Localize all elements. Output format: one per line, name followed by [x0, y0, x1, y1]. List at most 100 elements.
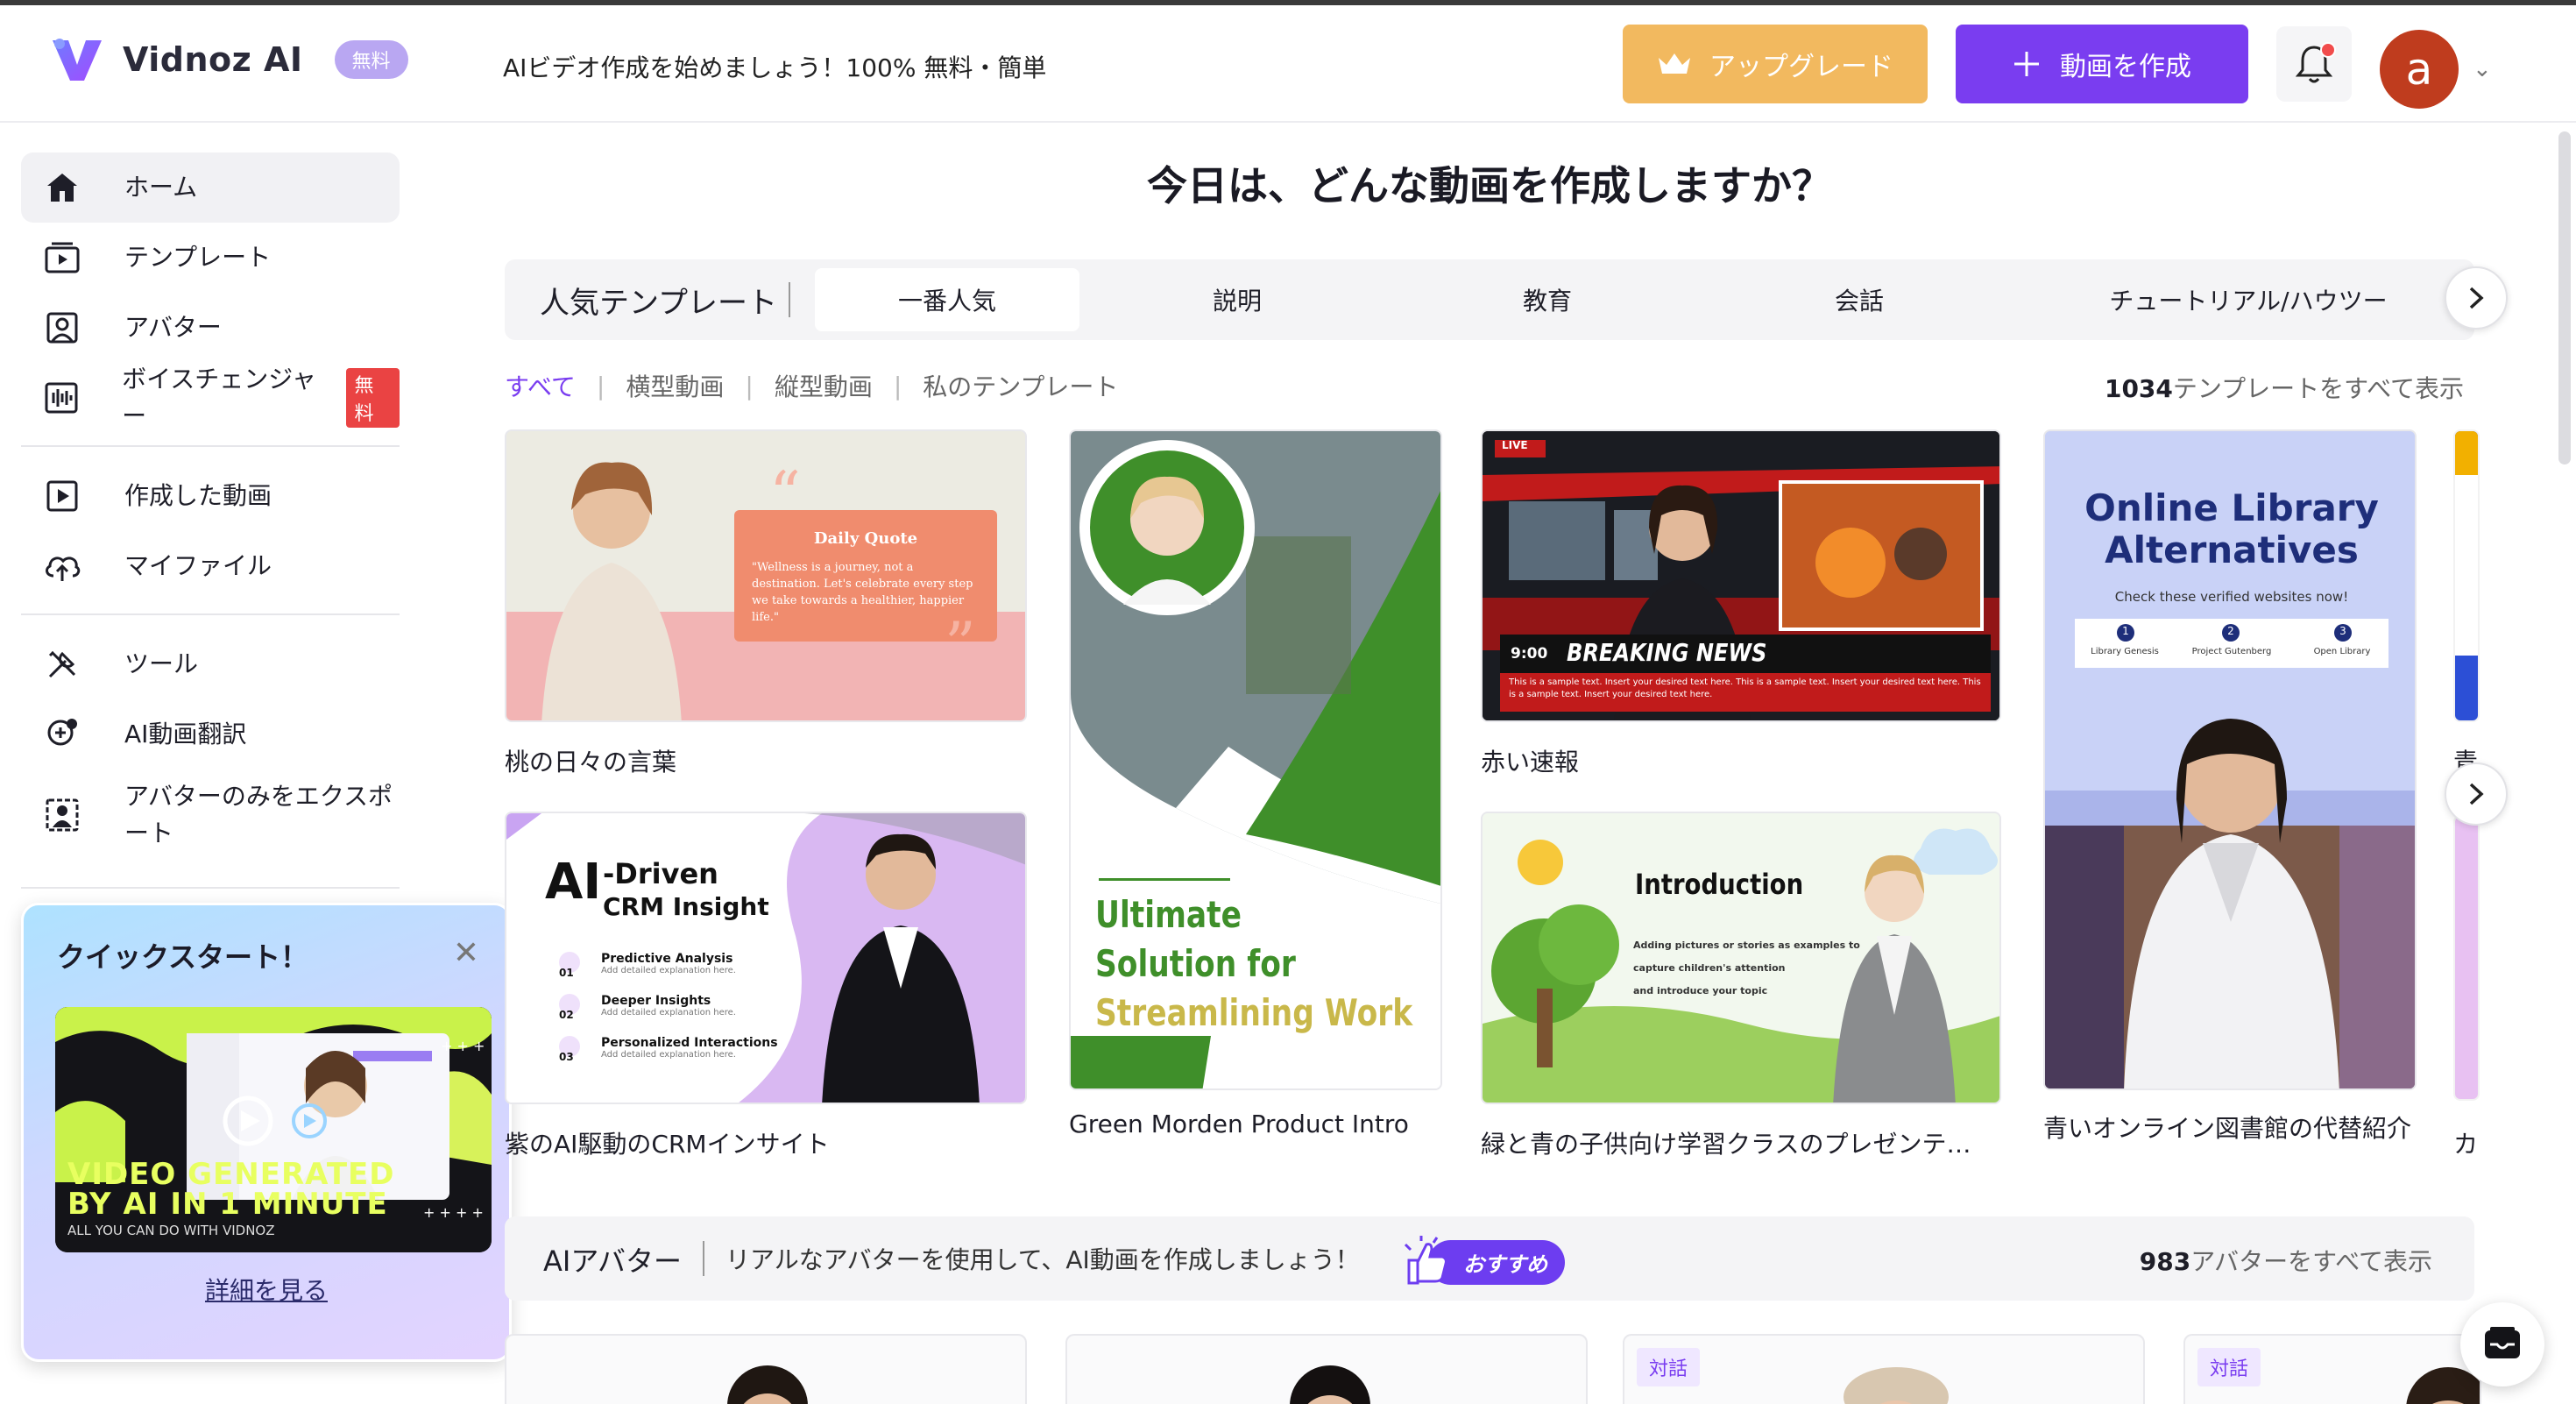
- brand-logo[interactable]: Vidnoz AI 無料: [49, 32, 408, 88]
- avatar-count: 983: [2139, 1247, 2191, 1276]
- green-product-line: Ultimate: [1095, 893, 1242, 936]
- chat-support-button[interactable]: [2460, 1302, 2544, 1386]
- page-title: 今日は、どんな動画を作成しますか？: [1147, 162, 1832, 209]
- sidebar-item-export-avatar[interactable]: アバターのみをエクスポート: [21, 771, 400, 859]
- template-card-breaking-news[interactable]: LIVE 9:00 BREAKING NEWS This is a sample…: [1481, 429, 2001, 722]
- quick-start-title: クイックスタート！: [57, 940, 309, 974]
- kids-intro-title: Introduction: [1635, 868, 1804, 901]
- ai-crm-point-desc: Add detailed explanation here.: [601, 1008, 736, 1018]
- library-item-number: 1: [2122, 625, 2129, 637]
- avatar-card[interactable]: [1065, 1334, 1588, 1404]
- home-icon: [40, 166, 84, 209]
- sidebar-item-avatars[interactable]: アバター: [21, 293, 400, 363]
- quick-start-video[interactable]: + + + + + + + VIDEO GENERATED BY AI IN 1…: [55, 1007, 492, 1252]
- learn-more-link[interactable]: 詳細を見る: [24, 1272, 509, 1307]
- template-card-daily-quote[interactable]: “ ” Daily Quote "Wellness is a journey, …: [505, 429, 1027, 722]
- library-item-number: 2: [2227, 625, 2234, 637]
- avatar-icon: [40, 306, 84, 350]
- daily-quote-text: "Wellness is a journey, not a destinatio…: [752, 561, 973, 624]
- news-ticker: This is a sample text. Insert your desir…: [1509, 677, 1981, 699]
- voice-changer-free-badge: 無料: [345, 368, 400, 428]
- template-card-online-library[interactable]: Online Library Alternatives Check these …: [2043, 429, 2417, 1090]
- sidebar-item-label: アバター: [124, 313, 222, 342]
- filter-portrait[interactable]: 縦型動画: [775, 368, 873, 403]
- online-library-subtitle: Check these verified websites now!: [2114, 589, 2349, 605]
- green-product-line: Streamlining Work: [1095, 991, 1413, 1034]
- sidebar-item-tools[interactable]: ツール: [21, 629, 400, 699]
- template-card-green-product[interactable]: Ultimate Solution for Streamlining Work: [1069, 429, 1442, 1090]
- create-video-button[interactable]: 動画を作成: [1956, 25, 2248, 103]
- templates-next-button[interactable]: [2445, 762, 2508, 826]
- user-avatar[interactable]: a: [2380, 30, 2459, 109]
- sidebar-item-voice-changer[interactable]: ボイスチェンジャー 無料: [21, 363, 400, 433]
- svg-text:“: “: [769, 458, 801, 530]
- partial-card-strip: [2455, 475, 2478, 656]
- sidebar-item-home[interactable]: ホーム: [21, 152, 400, 223]
- ai-crm-point-title: Deeper Insights: [601, 994, 711, 1008]
- show-all-templates-link[interactable]: 1034テンプレートをすべて表示: [2105, 370, 2464, 405]
- ai-avatar-section-header: AIアバター リアルなアバターを使用して、AI動画を作成しましょう！ おすすめ …: [505, 1216, 2474, 1301]
- green-product-headline: Ultimate Solution for Streamlining Work: [1095, 890, 1412, 1038]
- show-all-avatars-link[interactable]: 983アバターをすべて表示: [2140, 1243, 2432, 1278]
- template-card-ai-crm[interactable]: AI -Driven CRM Insight 01 02 03 Predicti…: [505, 812, 1027, 1104]
- upgrade-button[interactable]: アップグレード: [1623, 25, 1928, 103]
- library-item-label: Project Gutenberg: [2191, 647, 2272, 656]
- sidebar-item-ai-translate[interactable]: AI動画翻訳: [21, 699, 400, 769]
- avatar-card[interactable]: 対話: [1623, 1334, 2145, 1404]
- tab-explainer[interactable]: 説明: [1150, 268, 1325, 331]
- template-caption: 紫のAI駆動のCRMインサイト: [505, 1125, 1027, 1160]
- avatar-card-thumbnail: [1290, 1365, 1370, 1404]
- sidebar-item-my-videos[interactable]: 作成した動画: [21, 461, 400, 531]
- close-icon[interactable]: ✕: [453, 935, 479, 971]
- crown-icon: [1659, 53, 1690, 74]
- sidebar-item-my-files[interactable]: マイファイル: [21, 531, 400, 601]
- filter-my-templates[interactable]: 私のテンプレート: [923, 368, 1118, 403]
- template-icon: [40, 236, 84, 280]
- sidebar-item-label: ボイスチェンジャー: [122, 365, 316, 430]
- avatar-card-thumbnail: [727, 1365, 808, 1404]
- page-scrollbar[interactable]: [2558, 131, 2571, 464]
- show-all-templates-label: テンプレートをすべて表示: [2172, 374, 2464, 403]
- template-card-partial[interactable]: [2453, 815, 2480, 1101]
- tab-education[interactable]: 教育: [1460, 268, 1635, 331]
- library-item-label: Open Library: [2313, 647, 2371, 656]
- avatar-card[interactable]: [505, 1334, 1027, 1404]
- tabs-next-button[interactable]: [2445, 266, 2508, 330]
- ai-crm-point-number: 02: [559, 1009, 574, 1021]
- avatar-card-thumbnail: [1844, 1367, 1949, 1404]
- vidnoz-logo-icon: [53, 39, 102, 81]
- upgrade-label: アップグレード: [1709, 53, 1893, 82]
- sidebar-item-templates[interactable]: テンプレート: [21, 223, 400, 293]
- tab-conversation[interactable]: 会話: [1772, 268, 1947, 331]
- tabs-divider: [789, 282, 790, 317]
- export-avatar-icon: [40, 793, 84, 837]
- template-card-kids-intro[interactable]: Introduction Adding pictures or stories …: [1481, 812, 2001, 1104]
- filter-all[interactable]: すべて: [505, 368, 576, 403]
- tab-tutorial[interactable]: チュートリアル/ハウツー: [2064, 268, 2432, 331]
- quick-start-card: クイックスタート！ ✕ + + + + + + + VIDEO GENERATE…: [21, 903, 512, 1362]
- ai-crm-numbers: 01 02 03: [559, 952, 574, 1078]
- brand-name: Vidnoz AI: [123, 40, 303, 79]
- create-video-label: 動画を作成: [2060, 53, 2191, 82]
- filter-divider: |: [596, 371, 605, 401]
- template-caption-text: 紫のAI駆動のCRMインサイト: [505, 1130, 830, 1159]
- ai-crm-title-line: CRM Insight: [603, 892, 769, 921]
- notifications-button[interactable]: [2276, 26, 2352, 102]
- template-card-partial[interactable]: [2453, 429, 2480, 722]
- kids-intro-lines: Adding pictures or stories as examples t…: [1633, 934, 1860, 1003]
- ai-crm-title-line: -Driven: [603, 857, 718, 890]
- ai-avatar-section-desc: リアルなアバターを使用して、AI動画を作成しましょう！: [725, 1245, 1360, 1274]
- chevron-down-icon[interactable]: ⌄: [2473, 56, 2492, 82]
- ai-crm-point-title: Predictive Analysis: [601, 952, 733, 966]
- online-library-title-line: Online Library: [2084, 486, 2379, 529]
- ai-crm-ai-text: AI: [545, 854, 602, 911]
- avatar-card[interactable]: 対話: [2183, 1334, 2481, 1404]
- kids-intro-line: and introduce your topic: [1633, 985, 1768, 996]
- chevron-right-icon: [2469, 287, 2484, 309]
- sidebar-item-label: 作成した動画: [124, 481, 272, 510]
- section-divider: [703, 1241, 704, 1276]
- library-item-number: 3: [2339, 625, 2346, 637]
- filter-landscape[interactable]: 横型動画: [626, 368, 724, 403]
- tab-most-popular[interactable]: 一番人気: [815, 268, 1079, 331]
- kids-intro-line: capture children's attention: [1633, 962, 1786, 974]
